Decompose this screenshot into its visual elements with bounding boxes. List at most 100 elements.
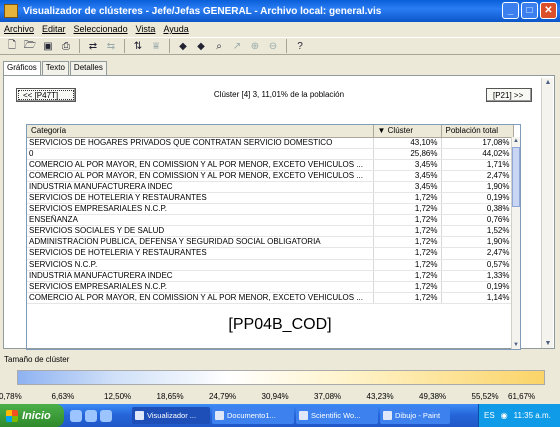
tab-strip: Gráficos Texto Detalles — [3, 61, 108, 75]
table-row[interactable]: SERVICIOS DE HOTELERIA Y RESTAURANTES 1,7… — [27, 192, 514, 205]
back-icon[interactable]: ⇆ — [104, 39, 118, 53]
cluster-cell: 1,72% — [373, 203, 442, 216]
cluster-cell: 1,72% — [373, 236, 442, 249]
toolbar-divider — [124, 39, 125, 53]
size-tick-label: 24,79% — [209, 392, 237, 401]
table-row[interactable]: COMERCIO AL POR MAYOR, EN COMISSION Y AL… — [27, 170, 514, 182]
cluster-cell: 1,72% — [373, 214, 442, 227]
table-row[interactable]: SERVICIOS SOCIALES Y DE SALUD 1,72% 1,52% — [27, 225, 514, 238]
task-paint[interactable]: Dibujo - Paint — [380, 407, 450, 424]
size-tick-label: 55,52% — [471, 392, 499, 401]
volume-icon[interactable]: ◉ — [501, 411, 508, 420]
quick-launch — [70, 409, 130, 422]
table-row[interactable]: SERVICIOS DE HOGARES PRIVADOS QUE CONTRA… — [27, 137, 514, 149]
table-row[interactable]: 0 25,86% 44,02% — [27, 148, 514, 160]
language-indicator[interactable]: ES — [484, 411, 495, 420]
minimize-button[interactable]: _ — [502, 2, 519, 19]
task-documento[interactable]: Documento1... — [212, 407, 294, 424]
category-cell: INDUSTRIA MANUFACTURERA INDEC — [27, 270, 374, 282]
open-icon[interactable]: 🗁 — [23, 39, 37, 53]
document-icon — [215, 411, 224, 420]
cluster-cell: 1,72% — [373, 225, 442, 238]
maximize-button[interactable]: □ — [521, 2, 538, 19]
table-row[interactable]: INDUSTRIA MANUFACTURERA INDEC 1,72% 1,33% — [27, 270, 514, 282]
print-icon[interactable]: ⎙ — [59, 39, 73, 53]
table-row[interactable]: SERVICIOS EMPRESARIALES N.C.P. 1,72% 0,38% — [27, 203, 514, 216]
browser-icon[interactable] — [70, 409, 82, 422]
size-tick-label: 18,65% — [156, 392, 184, 401]
prev-variable-button[interactable]: << [P47T] — [16, 88, 76, 102]
graphics-pane: << [P47T] Clúster [4] 3, 11,01% de la po… — [3, 75, 555, 350]
save-icon[interactable]: ▣ — [41, 39, 55, 53]
pointer-icon[interactable]: ↗ — [230, 39, 244, 53]
scroll-up-icon[interactable]: ▲ — [512, 137, 520, 145]
cluster-size-gradient — [17, 370, 545, 385]
menu-seleccionado[interactable]: Seleccionado — [74, 24, 128, 34]
help-icon[interactable]: ? — [293, 39, 307, 53]
population-cell: 44,02% — [441, 148, 514, 160]
task-label: Visualizador ... — [147, 411, 197, 420]
tab-detalles[interactable]: Detalles — [69, 61, 107, 75]
window-title: Visualizador de clústeres - Jefe/Jefas G… — [23, 5, 382, 17]
toolbar-divider — [286, 39, 287, 53]
table-row[interactable]: SERVICIOS EMPRESARIALES N.C.P. 1,72% 0,19% — [27, 281, 514, 293]
cluster-cell: 43,10% — [373, 137, 442, 149]
scroll-thumb[interactable] — [512, 147, 520, 207]
new-icon[interactable]: 🗋 — [5, 39, 19, 53]
scroll-up-icon[interactable]: ▲ — [543, 79, 553, 86]
title-bar: Visualizador de clústeres - Jefe/Jefas G… — [0, 0, 560, 22]
category-cell: SERVICIOS DE HOTELERIA Y RESTAURANTES — [27, 247, 374, 260]
table-row[interactable]: COMERCIO AL POR MAYOR, EN COMISSION Y AL… — [27, 159, 514, 171]
table-row[interactable]: SERVICIOS DE HOTELERIA Y RESTAURANTES 1,7… — [27, 247, 514, 260]
cluster-cell: 1,72% — [373, 192, 442, 205]
menu-ayuda[interactable]: Ayuda — [163, 24, 188, 34]
tab-graficos[interactable]: Gráficos — [3, 61, 41, 75]
category-cell: COMERCIO AL POR MAYOR, EN COMISSION Y AL… — [27, 159, 374, 171]
task-scientific[interactable]: Scientific Wo... — [296, 407, 378, 424]
table-row[interactable]: ENSEÑANZA 1,72% 0,76% — [27, 214, 514, 227]
cluster-cell: 1,72% — [373, 259, 442, 271]
scientific-icon — [299, 411, 308, 420]
refresh-icon[interactable]: ⇄ — [86, 39, 100, 53]
scroll-down-icon[interactable]: ▼ — [512, 341, 520, 349]
next-icon[interactable]: ◆ — [194, 39, 208, 53]
close-button[interactable]: ✕ — [540, 2, 557, 19]
population-cell: 0,38% — [441, 203, 514, 216]
media-icon[interactable] — [100, 409, 112, 422]
filter-icon[interactable]: ⩸ — [149, 39, 163, 53]
menu-archivo[interactable]: Archivo — [4, 24, 34, 34]
variable-name: [PP04B_COD] — [228, 316, 332, 333]
start-button[interactable]: Inicio — [0, 404, 64, 427]
scroll-down-icon[interactable]: ▼ — [543, 340, 553, 347]
cluster-cell: 1,72% — [373, 247, 442, 260]
size-tick-label: 12,50% — [104, 392, 132, 401]
cluster-cell: 3,45% — [373, 181, 442, 193]
column-header-categoria[interactable]: Categoría — [27, 125, 374, 138]
zoom-out-icon[interactable]: ⊖ — [266, 39, 280, 53]
find-icon[interactable]: ⌕ — [212, 39, 226, 53]
pane-scrollbar[interactable]: ▲ ▼ — [541, 78, 553, 348]
prev-icon[interactable]: ◆ — [176, 39, 190, 53]
table-row[interactable]: ADMINISTRACION PUBLICA, DEFENSA Y SEGURI… — [27, 236, 514, 249]
next-variable-button[interactable]: [P21] >> — [486, 88, 532, 102]
table-row[interactable]: SERVICIOS N.C.P. 1,72% 0,57% — [27, 259, 514, 271]
zoom-in-icon[interactable]: ⊕ — [248, 39, 262, 53]
system-tray: ES ◉ 11:35 a.m. — [478, 404, 560, 427]
menu-editar[interactable]: Editar — [42, 24, 66, 34]
category-cell: ENSEÑANZA — [27, 214, 374, 227]
column-header-cluster[interactable]: ▼ Clúster — [373, 125, 442, 138]
table-row[interactable]: COMERCIO AL POR MAYOR, EN COMISSION Y AL… — [27, 292, 514, 304]
task-visualizador[interactable]: Visualizador ... — [132, 407, 210, 424]
menu-vista[interactable]: Vista — [136, 24, 156, 34]
sort-icon[interactable]: ⇅ — [131, 39, 145, 53]
size-tick-label: 43,23% — [366, 392, 394, 401]
table-row[interactable]: INDUSTRIA MANUFACTURERA INDEC 3,45% 1,90% — [27, 181, 514, 193]
toolbar: 🗋 🗁 ▣ ⎙ ⇄ ⇆ ⇅ ⩸ ◆ ◆ ⌕ ↗ ⊕ ⊖ ? — [0, 37, 560, 55]
population-cell: 1,14% — [441, 292, 514, 304]
population-cell: 0,19% — [441, 281, 514, 293]
column-header-poblacion[interactable]: Población total — [441, 125, 514, 138]
tab-texto[interactable]: Texto — [41, 61, 69, 75]
start-label: Inicio — [22, 409, 51, 422]
desktop-icon[interactable] — [85, 409, 97, 422]
population-cell: 1,90% — [441, 236, 514, 249]
